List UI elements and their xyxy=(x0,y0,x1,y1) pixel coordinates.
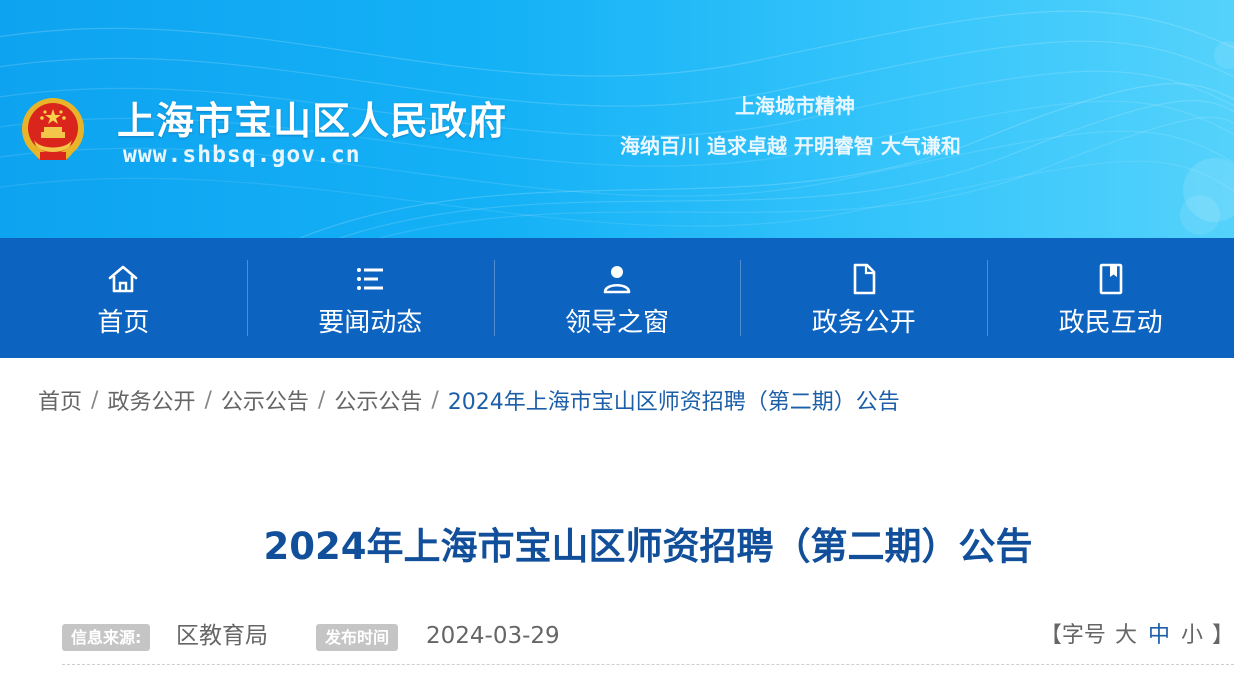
nav-item-leaders[interactable]: 领导之窗 xyxy=(493,238,741,358)
date-label-badge: 发布时间 xyxy=(316,624,399,651)
site-banner: 上海市宝山区人民政府 www.shbsq.gov.cn 上海城市精神 海纳百川 … xyxy=(0,0,1234,238)
site-url: www.shbsq.gov.cn xyxy=(123,142,361,168)
article-title: 2024年上海市宝山区师资招聘（第二期）公告 xyxy=(263,525,1033,568)
nav-item-label: 首页 xyxy=(97,307,150,338)
article-meta: 信息来源: 区教育局 发布时间 2024-03-29 【字号 大 中 小 】 xyxy=(62,620,1234,652)
nav-item-label: 政民互动 xyxy=(1058,307,1163,338)
font-size-small-button[interactable]: 小 xyxy=(1181,623,1203,648)
book-icon xyxy=(1099,263,1122,294)
source-value: 区教育局 xyxy=(176,623,268,649)
nav-item-label: 领导之窗 xyxy=(564,307,669,338)
nav-item-label: 政务公开 xyxy=(811,307,916,338)
home-icon xyxy=(109,265,138,292)
font-size-medium-button[interactable]: 中 xyxy=(1148,623,1170,648)
publish-date: 2024-03-29 xyxy=(426,623,560,649)
breadcrumb-link-notices-sub[interactable]: 公示公告 xyxy=(334,384,422,416)
breadcrumb-separator: / xyxy=(317,387,326,413)
meta-divider xyxy=(62,664,1234,665)
city-spirit-title: 上海城市精神 xyxy=(735,94,855,118)
main-nav: 首页 要闻动态 领导之窗 政务公开 政民互动 xyxy=(0,238,1234,358)
nav-item-label: 要闻动态 xyxy=(318,307,423,338)
breadcrumb: 首页 / 政务公开 / 公示公告 / 公示公告 / 2024年上海市宝山区师资招… xyxy=(38,384,900,416)
font-size-large-button[interactable]: 大 xyxy=(1115,623,1137,648)
font-size-control: 【字号 大 中 小 】 xyxy=(1040,620,1234,652)
breadcrumb-separator: / xyxy=(91,387,99,413)
national-emblem-icon xyxy=(22,98,84,160)
site-name: 上海市宝山区人民政府 xyxy=(117,99,508,143)
breadcrumb-separator: / xyxy=(431,387,439,413)
person-icon xyxy=(603,265,631,293)
nav-item-interaction[interactable]: 政民互动 xyxy=(987,238,1234,358)
nav-item-news[interactable]: 要闻动态 xyxy=(246,238,494,358)
nav-item-gov-affairs[interactable]: 政务公开 xyxy=(740,238,987,358)
breadcrumb-link-home[interactable]: 首页 xyxy=(38,384,82,416)
breadcrumb-link-notices[interactable]: 公示公告 xyxy=(221,384,309,416)
city-spirit-slogan: 海纳百川 追求卓越 开明睿智 大气谦和 xyxy=(620,134,961,158)
list-icon xyxy=(357,267,384,290)
font-size-suffix: 】 xyxy=(1211,623,1234,648)
nav-item-home[interactable]: 首页 xyxy=(0,238,247,358)
breadcrumb-current-page[interactable]: 2024年上海市宝山区师资招聘（第二期）公告 xyxy=(448,384,900,416)
source-label-badge: 信息来源: xyxy=(62,624,151,651)
document-icon xyxy=(853,263,876,294)
breadcrumb-separator: / xyxy=(204,387,212,413)
breadcrumb-link-gov-affairs[interactable]: 政务公开 xyxy=(107,384,195,416)
font-size-prefix: 【字号 xyxy=(1039,623,1106,648)
